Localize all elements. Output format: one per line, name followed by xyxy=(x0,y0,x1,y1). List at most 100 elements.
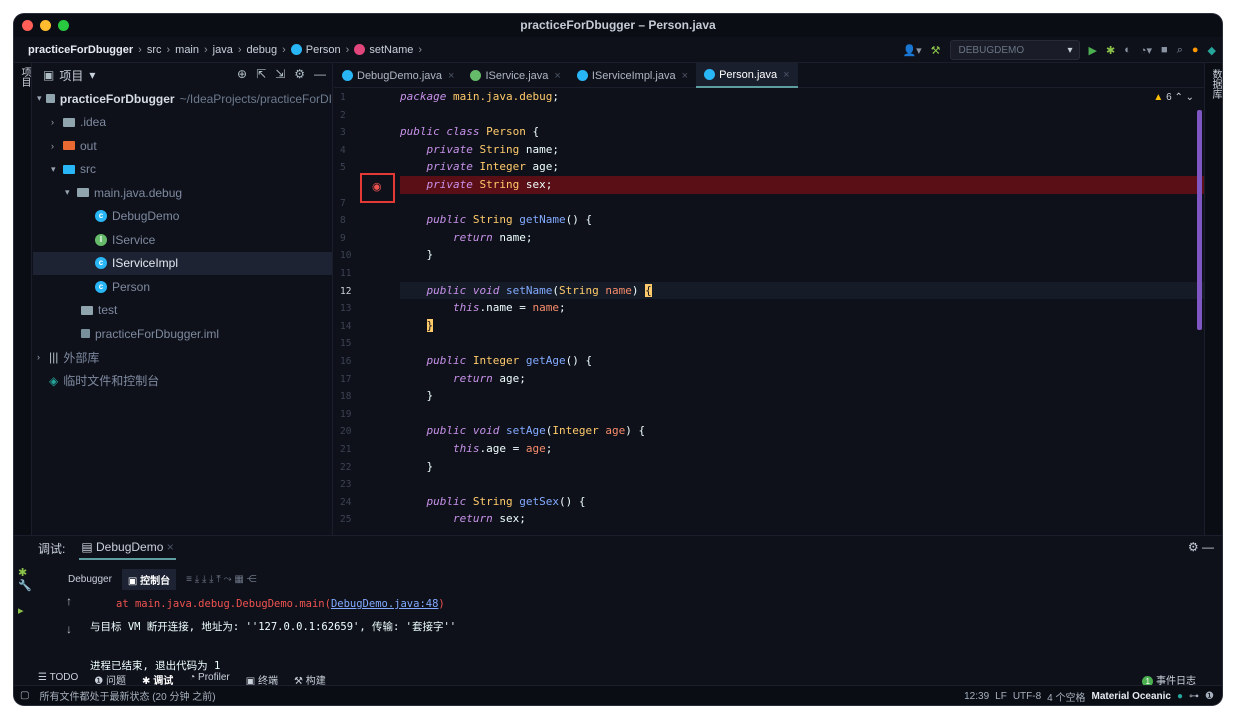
caret-position[interactable]: 12:39 xyxy=(964,691,989,702)
eye-icon[interactable]: ◉ xyxy=(372,180,382,193)
locate-icon[interactable]: ⊕ xyxy=(237,67,247,81)
chevron-down-icon[interactable]: ▾ xyxy=(89,68,95,82)
status-message: 所有文件都处于最新状态 (20 分钟 之前) xyxy=(39,692,216,703)
tree-item-iserviceimpl[interactable]: c IServiceImpl xyxy=(33,251,332,275)
tab-debug-session[interactable]: ▤ DebugDemo × xyxy=(79,536,176,560)
breadcrumb-src[interactable]: src xyxy=(147,44,162,56)
editor-gutter[interactable]: 1 2 3 4 5 7 8 9 10 11 12 13 14 15 16 17 18 19 20 21 22 23 24 25… xyxy=(334,88,400,535)
breadcrumb-java[interactable]: java xyxy=(213,44,233,56)
debug-panel-tools[interactable]: ⚙ — xyxy=(1188,540,1214,554)
line-number: 19 xyxy=(340,408,352,420)
theme-name[interactable]: Material Oceanic xyxy=(1092,691,1171,702)
line-number: 17 xyxy=(340,373,352,385)
tree-item-test[interactable]: test xyxy=(33,299,332,323)
build-hammer-icon[interactable]: ⚒ xyxy=(931,44,941,57)
tree-item-out[interactable]: › out xyxy=(33,134,332,158)
tree-item-external-libraries[interactable]: › ||| 外部库 xyxy=(33,346,332,370)
console-exit-line: 进程已结束, 退出代码为 1 xyxy=(90,660,221,672)
line-number: 4 xyxy=(340,144,346,156)
tree-item-debugdemo[interactable]: c DebugDemo xyxy=(33,205,332,229)
scrollbar-thumb[interactable] xyxy=(1197,110,1202,330)
notification-icon[interactable]: ❶ xyxy=(1205,691,1214,702)
line-number: 22 xyxy=(340,461,352,473)
title-bar: practiceForDbugger – Person.java xyxy=(14,14,1222,37)
scratch-icon: ◈ xyxy=(49,373,59,388)
class-icon xyxy=(290,44,302,55)
tree-item-iml[interactable]: practiceForDbugger.iml xyxy=(33,322,332,346)
run-config-select[interactable]: DEBUGDEMO ▾ xyxy=(949,40,1080,60)
tab-iservice[interactable]: IService.java × xyxy=(462,63,568,88)
breadcrumb-method[interactable]: setName xyxy=(369,44,413,56)
window-title: practiceForDbugger – Person.java xyxy=(520,18,716,32)
run-icon[interactable]: ▶ xyxy=(1089,44,1097,57)
project-header: ▣ 项目 ▾ ⊕ ⇱ ⇲ ⚙ — xyxy=(33,63,332,87)
tree-item-project[interactable]: ▾ practiceForDbugger ~/IdeaProjects/practi… xyxy=(33,87,332,111)
project-title[interactable]: 项目 xyxy=(59,67,83,84)
scroll-arrows[interactable]: ↑ ↓ xyxy=(66,594,72,636)
tree-item-scratches[interactable]: ◈ 临时文件和控制台 xyxy=(33,369,332,393)
debug-side-icons[interactable]: ✱ 🔧 ▸ xyxy=(18,566,32,617)
line-number: 1 xyxy=(340,92,346,103)
method-icon xyxy=(354,44,366,55)
zoom-window-button[interactable] xyxy=(58,20,69,31)
line-number: 15 xyxy=(340,338,352,350)
left-tool-strip: 项目 xyxy=(14,63,32,585)
tree-item-package[interactable]: ▾ main.java.debug xyxy=(33,181,332,205)
line-number: 9 xyxy=(340,232,346,244)
close-icon: × xyxy=(554,69,561,82)
collapse-all-icon[interactable]: ⇲ xyxy=(275,67,285,81)
plugin-icon[interactable]: ◆ xyxy=(1208,44,1216,57)
tree-item-src[interactable]: ▾ src xyxy=(33,158,332,182)
project-tool-button[interactable]: 项目 xyxy=(17,67,32,87)
close-window-button[interactable] xyxy=(22,20,33,31)
breadcrumb-main[interactable]: main xyxy=(175,44,199,56)
editor-tabs: DebugDemo.java × IService.java × IServiceI… xyxy=(334,63,1204,88)
line-number: 13 xyxy=(340,303,352,315)
tab-person[interactable]: Person.java × xyxy=(696,63,798,88)
hide-icon[interactable]: — xyxy=(314,67,326,81)
breadcrumb-class[interactable]: Person xyxy=(306,44,341,56)
stack-link[interactable]: DebugDemo.java:48 xyxy=(331,598,438,610)
code-editor[interactable]: package main.java.debug; public class Pe… xyxy=(400,88,1204,535)
user-icon[interactable]: 👤▾ xyxy=(902,44,921,57)
right-tool-strip: 数据库 xyxy=(1204,63,1222,585)
tree-item-idea[interactable]: › .idea xyxy=(33,111,332,135)
tab-iserviceimpl[interactable]: IServiceImpl.java × xyxy=(569,63,696,88)
inspection-widget[interactable]: ▲ 6 ⌃ ⌄ xyxy=(1153,92,1194,103)
line-number: 2 xyxy=(340,109,346,121)
indent-setting[interactable]: 4 个空格 xyxy=(1047,689,1085,704)
line-number: 18 xyxy=(340,391,352,403)
line-number: 5 xyxy=(340,162,346,174)
project-panel: ▣ 项目 ▾ ⊕ ⇱ ⇲ ⚙ — ▾ practiceForDbugger ~/IdeaPr… xyxy=(33,63,333,535)
line-number: 20 xyxy=(340,426,352,438)
expand-all-icon[interactable]: ⇱ xyxy=(256,67,266,81)
gear-icon[interactable]: ⚙ xyxy=(294,67,305,81)
database-tool-button[interactable]: 数据库 xyxy=(1208,69,1222,99)
lock-icon[interactable]: ⊶ xyxy=(1189,691,1199,702)
tab-debugger[interactable]: Debugger xyxy=(68,574,112,585)
line-separator[interactable]: LF xyxy=(995,691,1007,702)
layout-icon[interactable]: ▢ xyxy=(20,690,29,701)
profiler-icon[interactable]: ◔▾ xyxy=(1140,44,1152,57)
line-number: 12 xyxy=(340,285,352,297)
search-icon[interactable]: ⌕ xyxy=(1177,44,1183,57)
breadcrumb-project[interactable]: practiceForDbugger xyxy=(28,44,133,56)
close-icon: × xyxy=(783,68,790,81)
theme-icon: ● xyxy=(1176,690,1184,702)
breadcrumb-debug[interactable]: debug xyxy=(247,44,278,56)
tree-item-iservice[interactable]: I IService xyxy=(33,228,332,252)
line-number: 8 xyxy=(340,215,346,227)
coverage-icon[interactable]: ◐ xyxy=(1124,44,1131,56)
console-toolbar-icons[interactable]: ≡ ⤓ ⤓ ⤓ ⤒ ⤳ ▦ ⋲ xyxy=(186,574,256,585)
breadcrumb: practiceForDbugger › src › main › java › deb… xyxy=(14,37,1222,63)
debug-bug-icon[interactable]: ✱ xyxy=(1106,44,1115,57)
file-encoding[interactable]: UTF-8 xyxy=(1013,691,1041,702)
close-icon: × xyxy=(448,69,455,82)
line-number: 11 xyxy=(340,268,352,279)
stop-icon[interactable]: ■ xyxy=(1161,44,1168,56)
tab-console[interactable]: ▣ 控制台 xyxy=(121,568,177,590)
tab-debugdemo[interactable]: DebugDemo.java × xyxy=(334,63,462,88)
update-icon[interactable]: ● xyxy=(1192,44,1199,56)
tree-item-person[interactable]: c Person xyxy=(33,275,332,299)
minimize-window-button[interactable] xyxy=(40,20,51,31)
